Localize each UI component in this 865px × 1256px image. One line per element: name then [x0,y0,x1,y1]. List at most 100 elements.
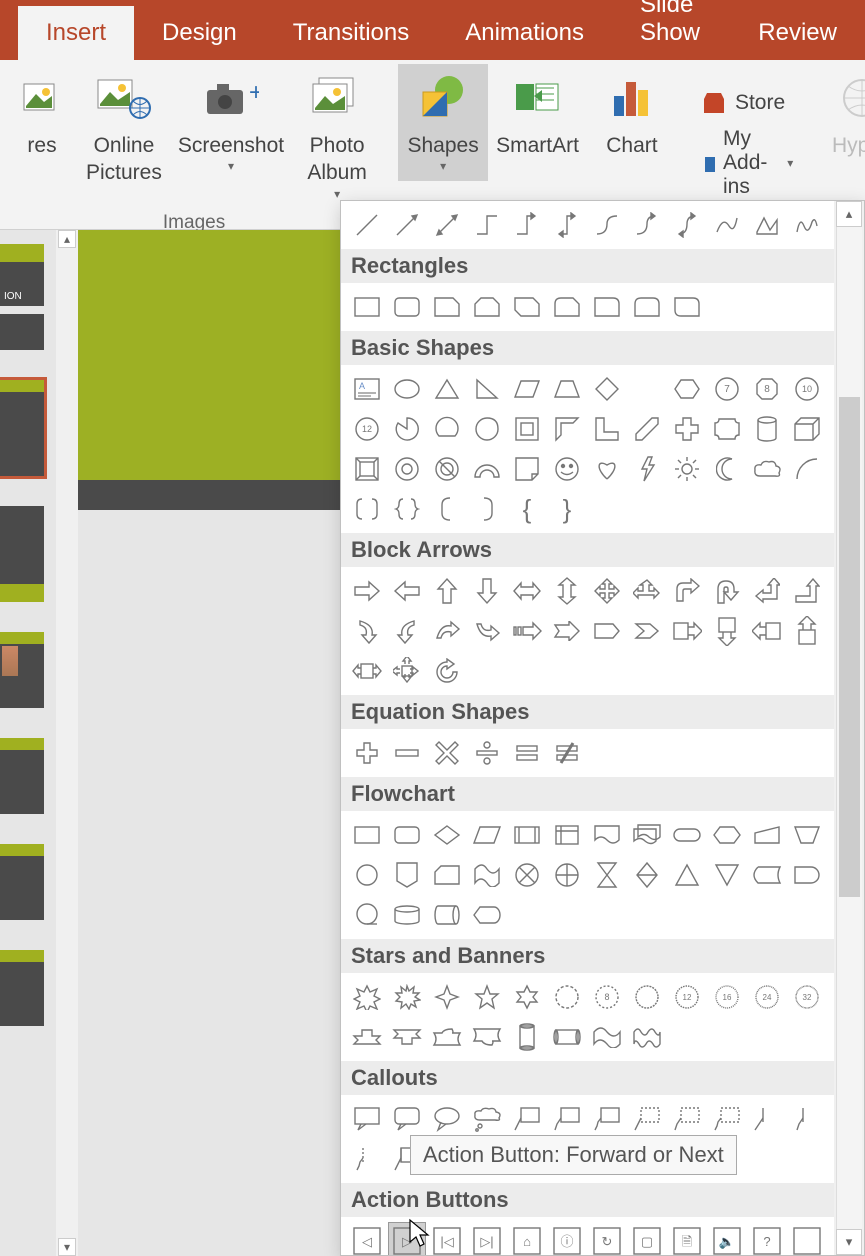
shape-flowchart-sequential-access[interactable] [348,896,386,934]
shape-plaque[interactable] [708,410,746,448]
shape-horizontal-scroll[interactable] [548,1018,586,1056]
shape-flowchart-extract[interactable] [668,856,706,894]
shape-triangle[interactable] [428,370,466,408]
shape-right-brace[interactable]: } [548,490,586,528]
shape-curved-left-arrow[interactable] [388,612,426,650]
slide-thumbnail[interactable] [0,738,44,814]
shape-text-box[interactable]: A [348,370,386,408]
shape-rounded-rectangle[interactable] [388,288,426,326]
tab-transitions[interactable]: Transitions [265,6,437,60]
shape-elbow-double-arrow[interactable] [548,206,586,244]
smartart-button[interactable]: SmartArt [488,64,587,165]
shape-curved-down-arrow[interactable] [468,612,506,650]
shape-rounded-rectangular-callout[interactable] [388,1100,426,1138]
shape-equal[interactable] [508,734,546,772]
shape-snip-same-side[interactable] [468,288,506,326]
shape-division[interactable] [468,734,506,772]
shape-cloud[interactable] [748,450,786,488]
shape-cross[interactable] [668,410,706,448]
shape-flowchart-decision[interactable] [428,816,466,854]
shape-snip-single-corner[interactable] [428,288,466,326]
shape-scribble[interactable] [788,206,826,244]
shape-left-bracket[interactable] [428,490,466,528]
action-button-7[interactable]: ▢ [628,1222,666,1255]
scroll-up-icon[interactable]: ▴ [58,230,76,248]
shape-curve-arrow[interactable] [628,206,666,244]
shape-flowchart-manual-input[interactable] [748,816,786,854]
shape-double-arrow-line[interactable] [428,206,466,244]
slide-thumbnail[interactable] [0,844,44,920]
shape-not-equal[interactable] [548,734,586,772]
action-button-5[interactable]: ⓘ [548,1222,586,1255]
shape-24point-star[interactable]: 24 [748,978,786,1016]
shape-donut[interactable] [388,450,426,488]
shape-curved-up-ribbon[interactable] [428,1018,466,1056]
tab-slideshow[interactable]: Slide Show [612,0,730,60]
shape-line-callout-2-accent[interactable] [668,1100,706,1138]
shape-striped-right-arrow[interactable] [508,612,546,650]
shape-round-single-corner[interactable] [588,288,626,326]
shape-down-arrow-callout[interactable] [708,612,746,650]
action-button-9[interactable]: 🔈 [708,1222,746,1255]
scrollbar-track[interactable] [836,227,862,1229]
shape-heart[interactable] [588,450,626,488]
shape-chevron[interactable] [628,612,666,650]
shape-teardrop[interactable] [468,410,506,448]
shape-parallelogram[interactable] [508,370,546,408]
shape-round-same-side[interactable] [628,288,666,326]
shape-line-callout-3-accent[interactable] [708,1100,746,1138]
shape-left-up-arrow[interactable] [748,572,786,610]
shape-round-diagonal[interactable] [668,288,706,326]
shape-flowchart-process[interactable] [348,816,386,854]
shape-no-symbol[interactable] [428,450,466,488]
shape-line-callout-2[interactable] [548,1100,586,1138]
shape-up-arrow[interactable] [428,572,466,610]
shape-curve-connector[interactable] [588,206,626,244]
shape-flowchart-manual-operation[interactable] [788,816,826,854]
shape-left-arrow-callout[interactable] [748,612,786,650]
shape-flowchart-document[interactable] [588,816,626,854]
shape-minus[interactable] [388,734,426,772]
shape-uturn-arrow[interactable] [708,572,746,610]
shape-snip-round-single[interactable] [548,288,586,326]
hyperlink-button[interactable]: Hyperl [817,64,865,165]
shape-flowchart-preparation[interactable] [708,816,746,854]
shape-curved-right-arrow[interactable] [348,612,386,650]
action-button-10[interactable]: ? [748,1222,786,1255]
shape-7point-star[interactable] [548,978,586,1016]
shape-flowchart-collate[interactable] [588,856,626,894]
chart-button[interactable]: Chart [587,64,677,165]
shape-down-arrow[interactable] [468,572,506,610]
shape-can[interactable] [748,410,786,448]
shape-flowchart-summing-junction[interactable] [508,856,546,894]
shape-line-callout-1-noborder[interactable] [748,1100,786,1138]
slide-thumbnail[interactable] [0,506,44,602]
shape-half-frame[interactable] [548,410,586,448]
shape-rectangle[interactable] [348,288,386,326]
shape-oval[interactable] [388,370,426,408]
shape-flowchart-internal-storage[interactable] [548,816,586,854]
shape-flowchart-terminator[interactable] [668,816,706,854]
shape-rectangular-callout[interactable] [348,1100,386,1138]
slide-thumbnail-selected[interactable] [0,380,44,476]
thumbnail-scrollbar[interactable]: ▴ ▾ [56,230,78,1256]
shape-trapezoid[interactable] [548,370,586,408]
shape-up-arrow-callout[interactable] [788,612,826,650]
action-button-0[interactable]: ◁ [348,1222,386,1255]
shape-folded-corner[interactable] [508,450,546,488]
shape-arc[interactable] [788,450,826,488]
shape-flowchart-alternate-process[interactable] [388,816,426,854]
shape-plus[interactable] [348,734,386,772]
shape-down-ribbon[interactable] [388,1018,426,1056]
shape-curve-double-arrow[interactable] [668,206,706,244]
shape-10point-star[interactable] [628,978,666,1016]
shape-block-arc[interactable] [468,450,506,488]
shape-up-down-arrow[interactable] [548,572,586,610]
gallery-scrollbar[interactable]: ▴ ▾ [834,201,864,1255]
shape-5point-star[interactable] [468,978,506,1016]
scroll-down-icon[interactable]: ▾ [58,1238,76,1256]
shape-vertical-scroll[interactable] [508,1018,546,1056]
shape-flowchart-multidocument[interactable] [628,816,666,854]
shape-line-callout-3-noborder[interactable] [348,1140,386,1178]
shape-decagon[interactable]: 10 [788,370,826,408]
